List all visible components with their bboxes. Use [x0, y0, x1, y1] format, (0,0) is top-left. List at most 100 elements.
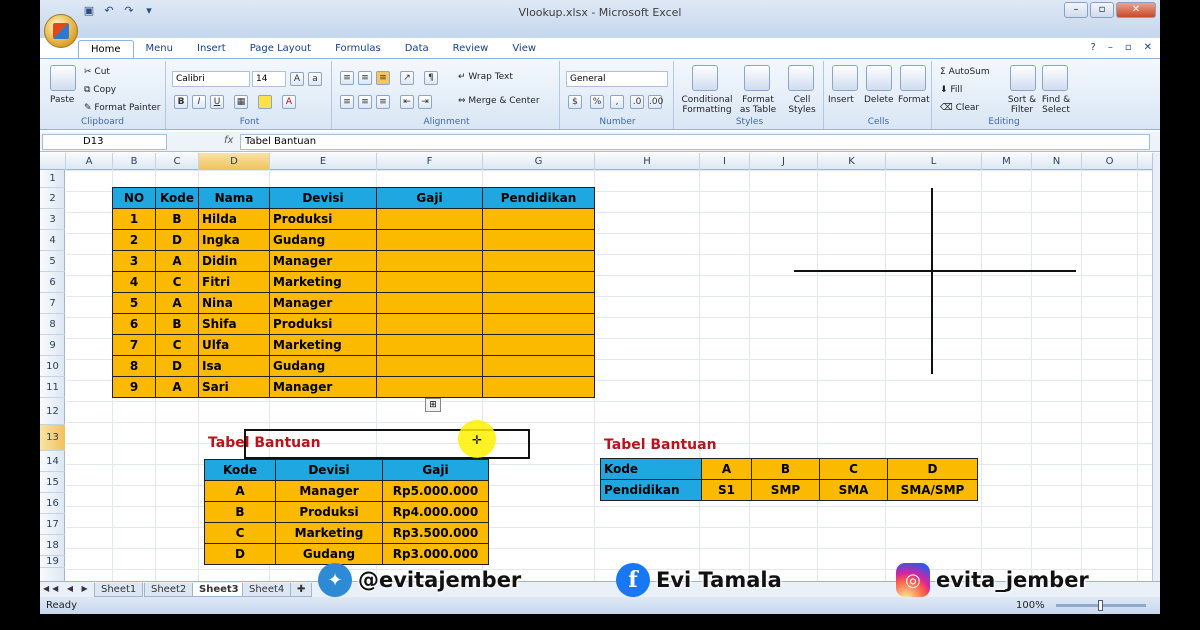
header-cell[interactable]: Gaji — [376, 187, 483, 209]
header-cell[interactable]: NO — [112, 187, 156, 209]
row-header-3[interactable]: 3 — [40, 209, 65, 230]
column-header-d[interactable]: D — [199, 153, 270, 170]
sheet-tab-2[interactable]: Sheet2 — [144, 583, 194, 597]
code-cell[interactable]: A — [701, 458, 752, 480]
table-cell[interactable]: Fitri — [198, 271, 270, 293]
row-header-8[interactable]: 8 — [40, 314, 65, 335]
header-cell[interactable]: Kode — [155, 187, 199, 209]
vertical-scrollbar[interactable] — [1152, 153, 1160, 581]
table-cell[interactable]: Produksi — [269, 208, 377, 230]
code-cell[interactable]: B — [751, 458, 820, 480]
tab-formulas[interactable]: Formulas — [323, 40, 393, 58]
table-cell[interactable] — [482, 355, 595, 377]
table-cell[interactable]: 1 — [112, 208, 156, 230]
education-cell[interactable]: S1 — [701, 479, 752, 501]
fill-button[interactable]: ⬇ Fill — [940, 85, 962, 95]
currency-icon[interactable]: $ — [568, 95, 582, 109]
table-cell[interactable]: Hilda — [198, 208, 270, 230]
tab-home[interactable]: Home — [78, 40, 134, 58]
table-cell[interactable]: Shifa — [198, 313, 270, 335]
format-painter-button[interactable]: ✎ Format Painter — [84, 103, 161, 113]
underline-button[interactable]: U — [210, 95, 224, 109]
header-cell[interactable]: Devisi — [269, 187, 377, 209]
row-header-11[interactable]: 11 — [40, 377, 65, 398]
copy-button[interactable]: ⧉ Copy — [84, 85, 116, 95]
paste-button[interactable]: Paste — [50, 95, 74, 105]
delete-cells-icon[interactable] — [866, 65, 892, 91]
zoom-level[interactable]: 100% — [1016, 597, 1045, 614]
sort-filter-icon[interactable] — [1010, 65, 1036, 91]
paste-options-icon[interactable]: ⊞ — [425, 398, 441, 412]
table-cell[interactable]: D — [155, 355, 199, 377]
tab-page-layout[interactable]: Page Layout — [238, 40, 323, 58]
find-select-icon[interactable] — [1042, 65, 1068, 91]
table-cell[interactable]: Produksi — [269, 313, 377, 335]
column-header-i[interactable]: I — [700, 153, 750, 170]
table-cell[interactable]: C — [204, 522, 276, 544]
table-cell[interactable]: Gudang — [269, 355, 377, 377]
sheet-tab-4[interactable]: Sheet4 — [242, 583, 292, 597]
row-header-2[interactable]: 2 — [40, 188, 65, 209]
zoom-slider-thumb[interactable] — [1098, 600, 1103, 611]
cut-button[interactable]: ✂ Cut — [84, 67, 110, 77]
table-cell[interactable]: Didin — [198, 250, 270, 272]
table-cell[interactable]: Marketing — [269, 334, 377, 356]
conditional-formatting-icon[interactable] — [692, 65, 718, 91]
font-size-select[interactable]: 14 — [252, 71, 286, 87]
column-header-m[interactable]: M — [982, 153, 1032, 170]
minimize-button[interactable]: – — [1064, 2, 1088, 18]
align-bottom-icon[interactable]: ≡ — [376, 71, 390, 85]
table-cell[interactable]: 8 — [112, 355, 156, 377]
table-cell[interactable]: 5 — [112, 292, 156, 314]
format-as-table-button[interactable]: Format as Table — [736, 95, 780, 115]
table-cell[interactable] — [376, 355, 483, 377]
table-cell[interactable] — [376, 292, 483, 314]
row-label-cell[interactable]: Kode — [600, 458, 702, 480]
table-cell[interactable]: Manager — [269, 376, 377, 398]
sheet-tab-3[interactable]: Sheet3 — [192, 583, 246, 597]
align-top-icon[interactable]: ≡ — [340, 71, 354, 85]
table-cell[interactable]: Rp4.000.000 — [382, 501, 489, 523]
row-header-12[interactable]: 12 — [40, 398, 65, 425]
table-cell[interactable]: 9 — [112, 376, 156, 398]
tab-menu[interactable]: Menu — [134, 40, 185, 58]
education-cell[interactable]: SMA/SMP — [887, 479, 978, 501]
table-cell[interactable]: 3 — [112, 250, 156, 272]
row-header-19[interactable]: 19 — [40, 556, 65, 568]
column-header-o[interactable]: O — [1082, 153, 1138, 170]
borders-icon[interactable]: ▦ — [234, 95, 248, 109]
table-cell[interactable] — [482, 250, 595, 272]
insert-sheet-icon[interactable]: ✚ — [290, 583, 313, 597]
table-cell[interactable]: B — [204, 501, 276, 523]
table-cell[interactable]: Manager — [275, 480, 383, 502]
comma-button[interactable]: , — [610, 95, 624, 109]
paste-icon[interactable] — [50, 65, 76, 91]
table-cell[interactable]: A — [204, 480, 276, 502]
column-header-l[interactable]: L — [886, 153, 982, 170]
row-header-16[interactable]: 16 — [40, 493, 65, 514]
cell-styles-button[interactable]: Cell Styles — [782, 95, 822, 115]
column-header-e[interactable]: E — [270, 153, 377, 170]
table-cell[interactable] — [482, 376, 595, 398]
table-cell[interactable]: 2 — [112, 229, 156, 251]
column-header-a[interactable]: A — [66, 153, 113, 170]
rtl-icon[interactable]: ¶ — [424, 71, 438, 85]
table-cell[interactable]: Marketing — [275, 522, 383, 544]
table-cell[interactable] — [376, 313, 483, 335]
table-cell[interactable] — [482, 334, 595, 356]
align-middle-icon[interactable]: ≡ — [358, 71, 372, 85]
row-header-4[interactable]: 4 — [40, 230, 65, 251]
row-header-7[interactable]: 7 — [40, 293, 65, 314]
table-cell[interactable] — [482, 208, 595, 230]
header-cell[interactable]: Pendidikan — [482, 187, 595, 209]
table-cell[interactable]: 6 — [112, 313, 156, 335]
tab-review[interactable]: Review — [441, 40, 501, 58]
table-cell[interactable]: Ingka — [198, 229, 270, 251]
header-cell[interactable]: Kode — [204, 459, 276, 481]
orientation-icon[interactable]: ↗ — [400, 71, 414, 85]
column-header-j[interactable]: J — [750, 153, 818, 170]
row-header-13[interactable]: 13 — [40, 425, 65, 451]
select-all-corner[interactable] — [40, 153, 66, 170]
formula-input[interactable]: Tabel Bantuan — [240, 134, 1150, 150]
row-header-6[interactable]: 6 — [40, 272, 65, 293]
